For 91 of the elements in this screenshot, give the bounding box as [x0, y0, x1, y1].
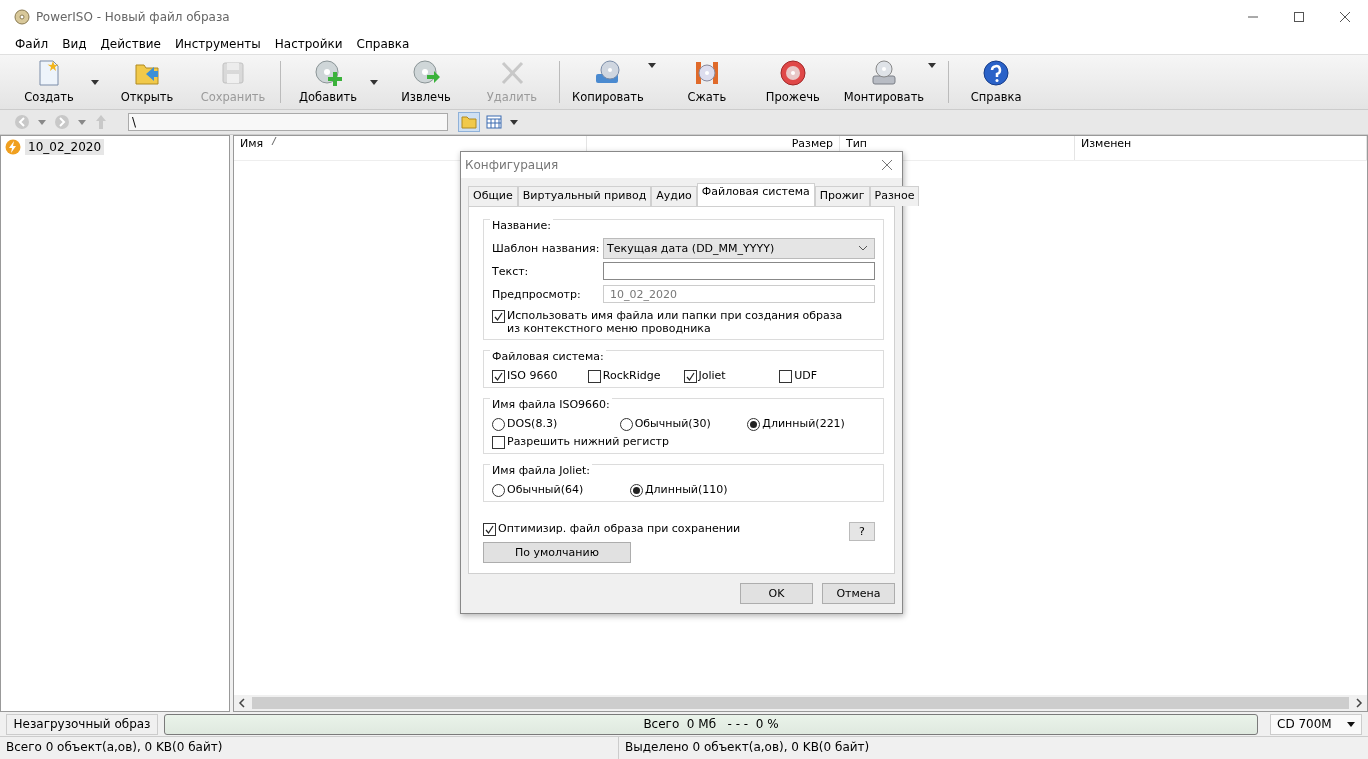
checkbox-label: ISO 9660 [507, 369, 558, 382]
tab[interactable]: Файловая система [696, 183, 815, 206]
tab[interactable]: Виртуальный привод [517, 186, 652, 206]
field-label: Шаблон названия: [492, 241, 601, 255]
scroll-right-icon [1355, 698, 1363, 708]
toolbar-button[interactable]: Копировать [566, 55, 662, 109]
column-header[interactable]: Изменен [1075, 136, 1367, 160]
toolbar-button[interactable]: Создать [8, 55, 102, 109]
checkbox-label: UDF [794, 369, 818, 382]
menu-item[interactable]: Справка [349, 37, 417, 51]
group-label: Файловая система: [490, 350, 606, 363]
checkbox-label: Joliet [698, 369, 726, 382]
default-button[interactable]: По умолчанию [483, 542, 631, 563]
menu-item[interactable]: Настройки [267, 37, 350, 51]
radio-button[interactable] [630, 484, 643, 497]
chevron-icon [858, 245, 868, 251]
radio-label: DOS(8.3) [507, 417, 558, 430]
caret-icon [38, 119, 46, 125]
caret-icon [1347, 721, 1355, 727]
sort-icon [271, 137, 278, 145]
radio-button[interactable] [492, 418, 505, 431]
disc-add-icon [313, 58, 343, 88]
menu-item[interactable]: Инструменты [167, 37, 268, 51]
lightning-icon [5, 139, 21, 155]
toolbar-button[interactable]: Прожечь [751, 55, 834, 109]
tree-item[interactable]: 10_02_2020 [25, 139, 105, 155]
group-label: Имя файла Joliet: [490, 464, 593, 477]
toolbar-button[interactable]: Справка [955, 55, 1038, 109]
toolbar-button[interactable]: Извлечь [385, 55, 467, 109]
menu-item[interactable]: Вид [55, 37, 94, 51]
caret-icon [78, 119, 86, 125]
close-icon [1339, 11, 1351, 23]
tab[interactable]: Разное [869, 186, 920, 206]
checkbox[interactable] [492, 310, 505, 323]
radio-label: Длинный(221) [762, 417, 845, 430]
dialog-title: Конфигурация [465, 158, 559, 172]
radio-button[interactable] [492, 484, 505, 497]
ok-button[interactable]: OK [740, 583, 813, 604]
disc-burn-icon [777, 58, 808, 88]
preview-field[interactable]: 10_02_2020 [603, 285, 875, 303]
template-dropdown[interactable]: Текущая дата (DD_MM_YYYY) [603, 237, 875, 259]
disc-icon [14, 9, 30, 25]
address-field[interactable]: \ [128, 113, 448, 131]
close-icon [881, 159, 893, 171]
menu-item[interactable]: Файл [8, 37, 56, 51]
toolbar-button[interactable]: Монтировать [837, 55, 943, 109]
text-field[interactable] [603, 262, 875, 280]
window-title: PowerISO - Новый файл образа [36, 10, 230, 24]
checkbox-label: Оптимизир. файл образа при сохранении [498, 521, 741, 535]
radio-label: Обычный(64) [507, 483, 584, 496]
caret-icon [510, 119, 518, 125]
grid-icon [486, 115, 502, 129]
tab[interactable]: Аудио [651, 186, 697, 206]
folder-icon [461, 115, 477, 129]
menu-item[interactable]: Действие [93, 37, 168, 51]
scroll-thumb[interactable] [252, 697, 1349, 709]
help-button[interactable]: ? [849, 522, 875, 541]
toolbar-button[interactable]: Сжать [665, 55, 748, 109]
boot-status-button[interactable]: Незагрузочный образ [6, 713, 158, 735]
tab[interactable]: Прожиг [814, 186, 870, 206]
radio-label: Обычный(30) [634, 417, 711, 430]
status-text: Выделено 0 объект(а,ов), 0 KB(0 байт) [624, 739, 871, 756]
checkbox-label: RockRidge [602, 369, 661, 382]
field-label: Текст: [492, 264, 530, 278]
checkbox[interactable] [779, 370, 793, 383]
field-label: Предпросмотр: [492, 287, 582, 301]
group-label: Имя файла ISO9660: [490, 398, 612, 411]
checkbox[interactable] [492, 370, 505, 383]
checkbox[interactable] [483, 522, 496, 536]
help-icon [981, 58, 1012, 88]
checkbox[interactable] [587, 370, 601, 383]
checkbox[interactable] [683, 370, 697, 383]
checkbox[interactable] [492, 436, 505, 449]
tab[interactable]: Общие [468, 186, 518, 206]
checkbox-label: Использовать имя файла или папки при создания образа из контекстного меню проводника [507, 309, 844, 335]
maximize-icon [1293, 11, 1305, 23]
toolbar-button[interactable]: Открыть [106, 55, 188, 109]
up-arrow-icon [94, 114, 108, 130]
cancel-button[interactable]: Отмена [822, 583, 895, 604]
radio-label: Длинный(110) [645, 483, 728, 496]
horizontal-scrollbar[interactable] [234, 695, 1367, 711]
progress-text: Всего 0 Мб - - - 0 % [643, 717, 779, 731]
radio-button[interactable] [747, 418, 761, 431]
checkbox-label: Разрешить нижний регистр [507, 435, 669, 448]
media-size-dropdown[interactable]: CD 700M [1270, 713, 1362, 735]
drive-disc-icon [869, 58, 899, 88]
group-label: Название: [490, 219, 553, 232]
toolbar-button[interactable]: Добавить [287, 55, 381, 109]
scroll-left-icon [238, 698, 246, 708]
radio-button[interactable] [619, 418, 633, 431]
status-text: Всего 0 объект(а,ов), 0 KB(0 байт) [0, 737, 619, 759]
